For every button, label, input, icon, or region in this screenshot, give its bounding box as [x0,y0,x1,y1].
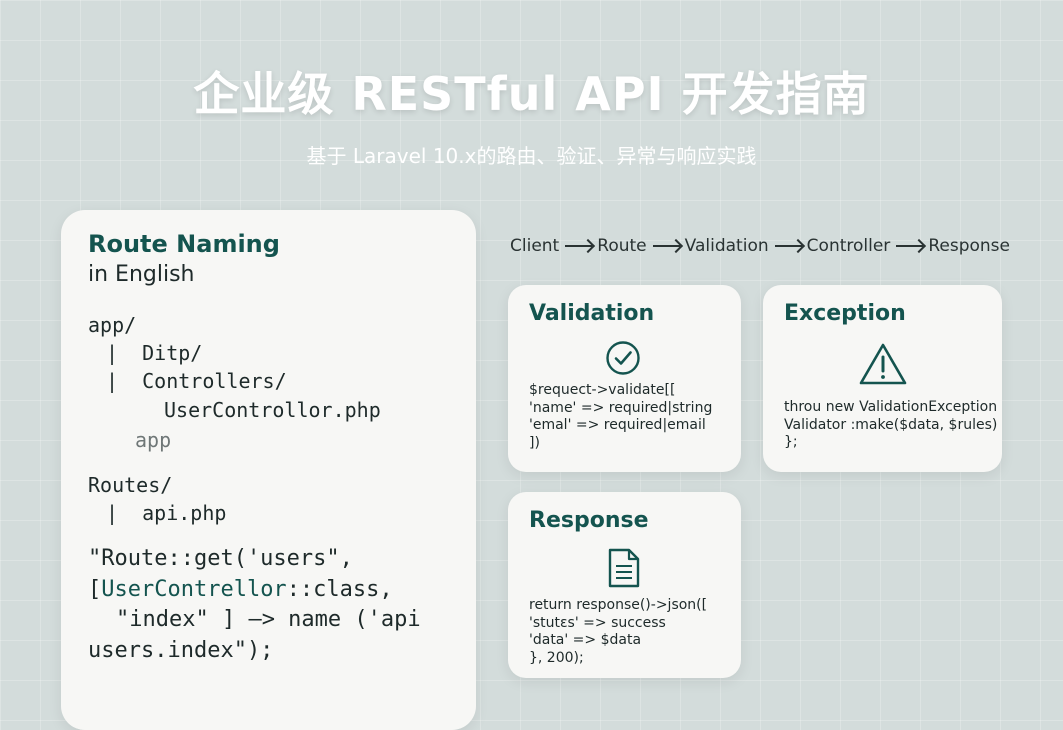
route-naming-subheading: in English [88,262,195,287]
route-code-class-suffix: ::class, [286,577,393,602]
route-naming-heading: Route Naming [88,230,280,258]
tree-item-user-controller-file: UserControllor.php [164,398,381,422]
exception-code-line-3: }; [784,434,798,450]
route-code-line-3: "index" ] —> name ('api [116,607,421,632]
flow-step-validation: Validation [684,236,769,256]
response-card: Response return response()->json([ 'stut… [508,492,741,678]
tree-item-app: app/ [88,313,137,337]
route-naming-panel: Route Naming in English app/ | Ditp/ | C… [61,210,476,730]
route-code-line-1: "Route::get('users", [88,546,353,571]
flow-arrow-icon [565,245,593,247]
route-code-line-4: users.index"); [88,638,274,663]
check-circle-icon [606,341,640,375]
validation-card: Validation $requect->validate[[ 'name' =… [508,285,741,472]
flow-arrow-icon [774,245,802,247]
tree-item-ditp: | Ditp/ [106,341,203,365]
warning-icon [859,343,907,385]
exception-code-line-2: Validator :make($data, $rules) [784,416,998,433]
tree-item-routes: Routes/ [88,473,173,497]
tree-item-app-faded: app [135,428,172,452]
validation-code-line-4: ]) [529,434,540,451]
flow-step-client: Client [510,236,560,256]
validation-code-line-2: 'name' => required|string [529,399,713,416]
response-code-line-4: }, 200); [529,649,584,666]
request-flow: Client Route Validation Controller Respo… [510,234,1010,258]
exception-code-line-1: throu new ValidationException [784,399,998,415]
flow-arrow-icon [652,245,680,247]
tree-item-controllers: | Controllers/ [106,369,287,393]
flow-step-response: Response [928,236,1010,256]
response-code-line-3: 'data' => $data [529,632,642,648]
route-code-line-2: [UserContrellor::class, [88,577,393,602]
tree-item-api-file: | api.php [106,501,227,525]
validation-code-line-3: 'emal' => required|email [529,417,706,433]
response-code-line-2: 'stutεs' => success [529,614,666,631]
flow-step-route: Route [597,236,647,256]
response-code-line-1: return response()->json([ [529,597,708,613]
page-subtitle: 基于 Laravel 10.x的路由、验证、异常与响应实践 [306,144,757,168]
page-title: 企业级 RESTful API 开发指南 [193,67,870,121]
route-code-bracket: [ [88,577,102,602]
flow-arrow-icon [896,245,924,247]
route-code-class: UserContrellor [101,577,287,602]
exception-card-title: Exception [784,301,906,326]
flow-step-controller: Controller [806,236,891,256]
document-icon [608,548,640,588]
validation-code-line-1: $requect->validate[[ [529,382,676,398]
validation-card-title: Validation [529,301,655,326]
response-card-title: Response [529,508,649,533]
exception-card: Exception throu new ValidationException … [763,285,1002,472]
